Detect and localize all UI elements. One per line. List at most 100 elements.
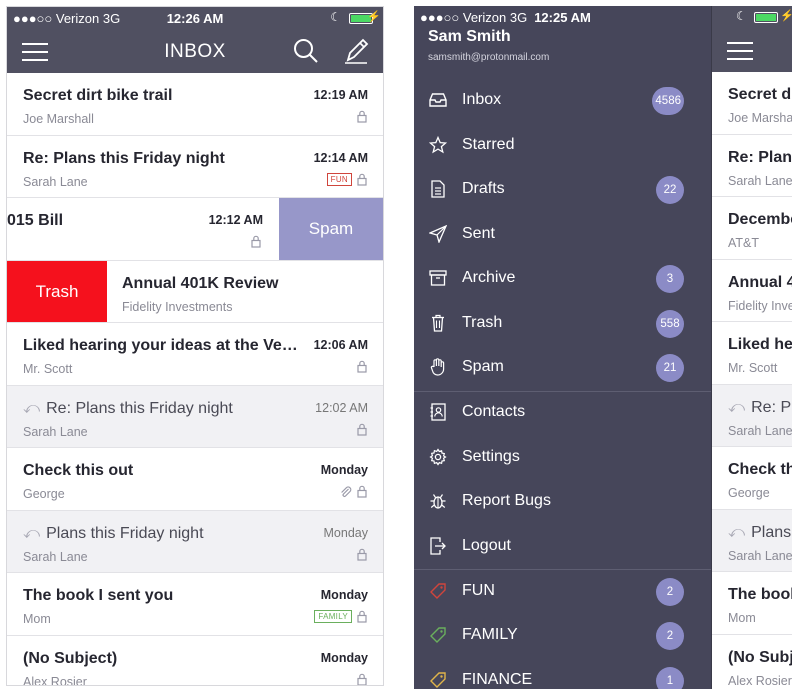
label-badge: FUN [326, 172, 352, 186]
menu-item-settings[interactable]: Settings [414, 436, 711, 481]
lock-icon [251, 235, 261, 248]
lock-icon [357, 423, 367, 436]
menu-item-label: FAMILY [462, 626, 518, 643]
message-row[interactable]: The book I sent you Mom Monday FAMILY [7, 573, 383, 636]
message-sender: Fidelity Investments [728, 298, 792, 313]
message-row[interactable]: Annual 401K Review Fidelity Investments [712, 259, 792, 322]
message-row[interactable]: Liked hearing your ideas at the Ventur..… [7, 323, 383, 386]
menu-item-contacts[interactable]: Contacts [414, 391, 711, 436]
message-subject: Re: Plans this Friday night [728, 148, 792, 166]
lock-icon [357, 548, 367, 561]
message-subject: Annual 401K Review [728, 273, 792, 291]
message-time: Monday [320, 650, 368, 665]
lock-icon [357, 360, 367, 373]
message-row[interactable]: Re: Plans this Friday night Sarah Lane [712, 134, 792, 197]
message-row[interactable]: Secret dirt bike trail Joe Marshall [712, 72, 792, 135]
message-row[interactable]: Check this out George [712, 447, 792, 510]
menu-item-finance[interactable]: FINANCE 1 [414, 659, 711, 689]
menu-item-starred[interactable]: Starred [414, 124, 711, 169]
trash-icon [429, 314, 447, 332]
message-subject: (No Subject) [23, 649, 118, 667]
spam-icon [429, 358, 447, 376]
message-row[interactable]: ⤺ Plans this Friday night Sarah Lane Mond… [7, 510, 383, 573]
message-sender: Mom [728, 611, 756, 625]
message-sender: Alex Rosier [728, 673, 792, 688]
status-bar: ●●●○○ Verizon 3G 12:25 AM [414, 6, 711, 28]
menu-item-archive[interactable]: Archive 3 [414, 257, 711, 302]
profile-email: samsmith@protonmail.com [428, 52, 550, 63]
message-row[interactable]: Liked hearing your ideas Mr. Scott [712, 322, 792, 385]
message-row[interactable]: December AT&T [712, 197, 792, 260]
message-subject: Liked hearing your ideas at the Ventur..… [23, 337, 307, 354]
reply-icon: ⤺ [23, 524, 41, 542]
menu-item-inbox[interactable]: Inbox 4586 [414, 79, 711, 124]
message-subject: Check this out [728, 461, 792, 478]
trash-action-button[interactable]: Trash [7, 260, 107, 323]
message-subject: ⤺ Plans this Friday night [728, 524, 792, 542]
lock-icon [357, 173, 367, 186]
search-icon[interactable] [293, 38, 319, 64]
bug-icon [429, 492, 447, 510]
message-subject: Check this out [23, 462, 134, 479]
message-subject: (No Subject) [728, 648, 792, 666]
message-row[interactable]: ⤺ Re: Plans this Friday night Sarah Lane [712, 384, 792, 447]
compose-icon[interactable] [343, 37, 369, 65]
message-row[interactable]: ⤺ Plans this Friday night Sarah Lane [712, 509, 792, 572]
message-row[interactable]: ⤺ Re: Plans this Friday night Sarah Lane … [7, 385, 383, 448]
inbox-header [712, 28, 792, 72]
message-time: 12:02 AM [315, 400, 368, 415]
unread-count-badge: 558 [656, 309, 684, 338]
star-icon [429, 135, 447, 154]
status-bar: ●●●○○ Verizon 3G 12:26 AM ☾ ⚡ [7, 7, 383, 29]
menu-item-label: FINANCE [462, 670, 533, 688]
message-row[interactable]: 015 Bill 12:12 AM Spam [7, 198, 383, 261]
menu-item-label: Logout [462, 536, 511, 554]
menu-icon[interactable] [727, 42, 753, 60]
menu-divider [414, 390, 711, 392]
message-row[interactable]: Check this out George Monday [7, 448, 383, 511]
message-sender: George [23, 487, 65, 501]
menu-item-spam[interactable]: Spam 21 [414, 346, 711, 391]
message-time: 12:19 AM [313, 88, 368, 102]
profile-name: Sam Smith [428, 28, 511, 45]
message-sender: Sarah Lane [23, 549, 88, 564]
menu-item-family[interactable]: FAMILY 2 [414, 614, 711, 659]
status-time: 12:26 AM [166, 11, 224, 26]
message-subject: The book I sent you [728, 586, 792, 603]
unread-count-badge: 21 [656, 354, 684, 382]
menu-item-logout[interactable]: Logout [414, 525, 711, 570]
reply-icon: ⤺ [728, 398, 746, 416]
menu-item-label: Drafts [462, 180, 505, 197]
menu-item-fun[interactable]: FUN 2 [414, 570, 711, 615]
menu-item-report-bugs[interactable]: Report Bugs [414, 480, 711, 525]
message-sender: Sarah Lane [23, 424, 88, 439]
inbox-behind-drawer[interactable]: ☾ ⚡ Secret dirt bike trail Joe Marshall Re… [711, 6, 792, 689]
menu-item-label: Contacts [462, 403, 526, 420]
reply-icon: ⤺ [728, 523, 746, 541]
lock-icon [357, 610, 367, 623]
message-sender: George [728, 486, 770, 500]
menu-item-label: Sent [462, 224, 495, 242]
menu-item-label: Trash [462, 313, 503, 331]
message-row[interactable]: (No Subject) Alex Rosier Monday [7, 635, 383, 685]
status-time: 12:25 AM [534, 10, 591, 25]
message-subject: Annual 401K Review [122, 274, 279, 292]
menu-item-sent[interactable]: Sent [414, 213, 711, 258]
message-time: Monday [320, 588, 368, 602]
do-not-disturb-icon: ☾ [736, 9, 747, 23]
message-subject: Liked hearing your ideas [728, 336, 792, 353]
lock-icon [357, 485, 367, 498]
message-sender: Sarah Lane [728, 548, 792, 563]
lock-icon [357, 673, 367, 685]
message-row[interactable]: Secret dirt bike trail Joe Marshall 12:1… [7, 73, 383, 136]
drafts-icon [429, 180, 447, 198]
menu-item-trash[interactable]: Trash 558 [414, 302, 711, 347]
inbox-header: INBOX [7, 29, 383, 73]
message-row[interactable]: Trash Annual 401K Review Fidelity Invest… [7, 260, 383, 323]
message-row[interactable]: Re: Plans this Friday night Sarah Lane 1… [7, 135, 383, 198]
menu-item-drafts[interactable]: Drafts 22 [414, 168, 711, 213]
message-row[interactable]: (No Subject) Alex Rosier [712, 634, 792, 689]
message-row[interactable]: The book I sent you Mom [712, 572, 792, 635]
menu-item-label: Starred [462, 135, 515, 153]
spam-action-button[interactable]: Spam [279, 198, 383, 260]
